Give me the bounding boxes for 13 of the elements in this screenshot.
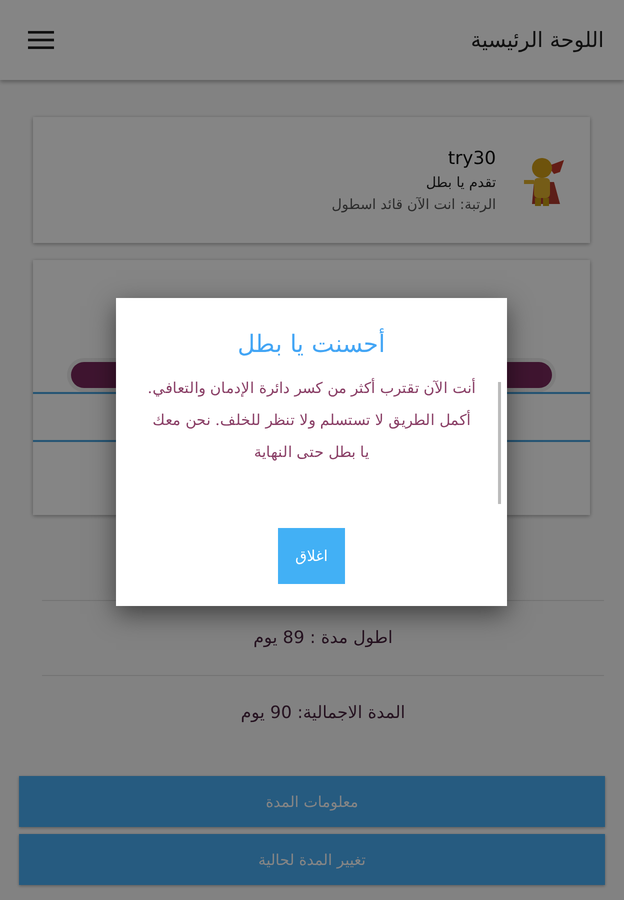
action-button[interactable]: تغيير المدة لحالية (19, 834, 605, 885)
username: try30 (448, 148, 496, 168)
stat-text: اطول مدة : 89 يوم (253, 628, 393, 648)
action-button[interactable]: معلومات المدة (19, 776, 605, 827)
menu-icon[interactable] (28, 30, 54, 50)
motto-text: تقدم يا بطل (426, 174, 496, 190)
dialog-title: أحسنت يا بطل (237, 330, 386, 358)
dialog-message: أنت الآن تقترب أكثر من كسر دائرة الإدمان والتعافي. أكمل الطريق لا تستسلم ولا تنظر للخلف. نحن معك يا بطل حتى النهاية (146, 377, 476, 463)
stat-text: المدة الاجمالية: 90 يوم (240, 703, 406, 723)
app-bar-title: اللوحة الرئيسية (470, 28, 604, 52)
scrollbar[interactable] (498, 382, 501, 504)
close-button[interactable]: اغلاق (278, 528, 345, 584)
rank-text: الرتبة: انت الآن قائد اسطول (332, 196, 496, 212)
